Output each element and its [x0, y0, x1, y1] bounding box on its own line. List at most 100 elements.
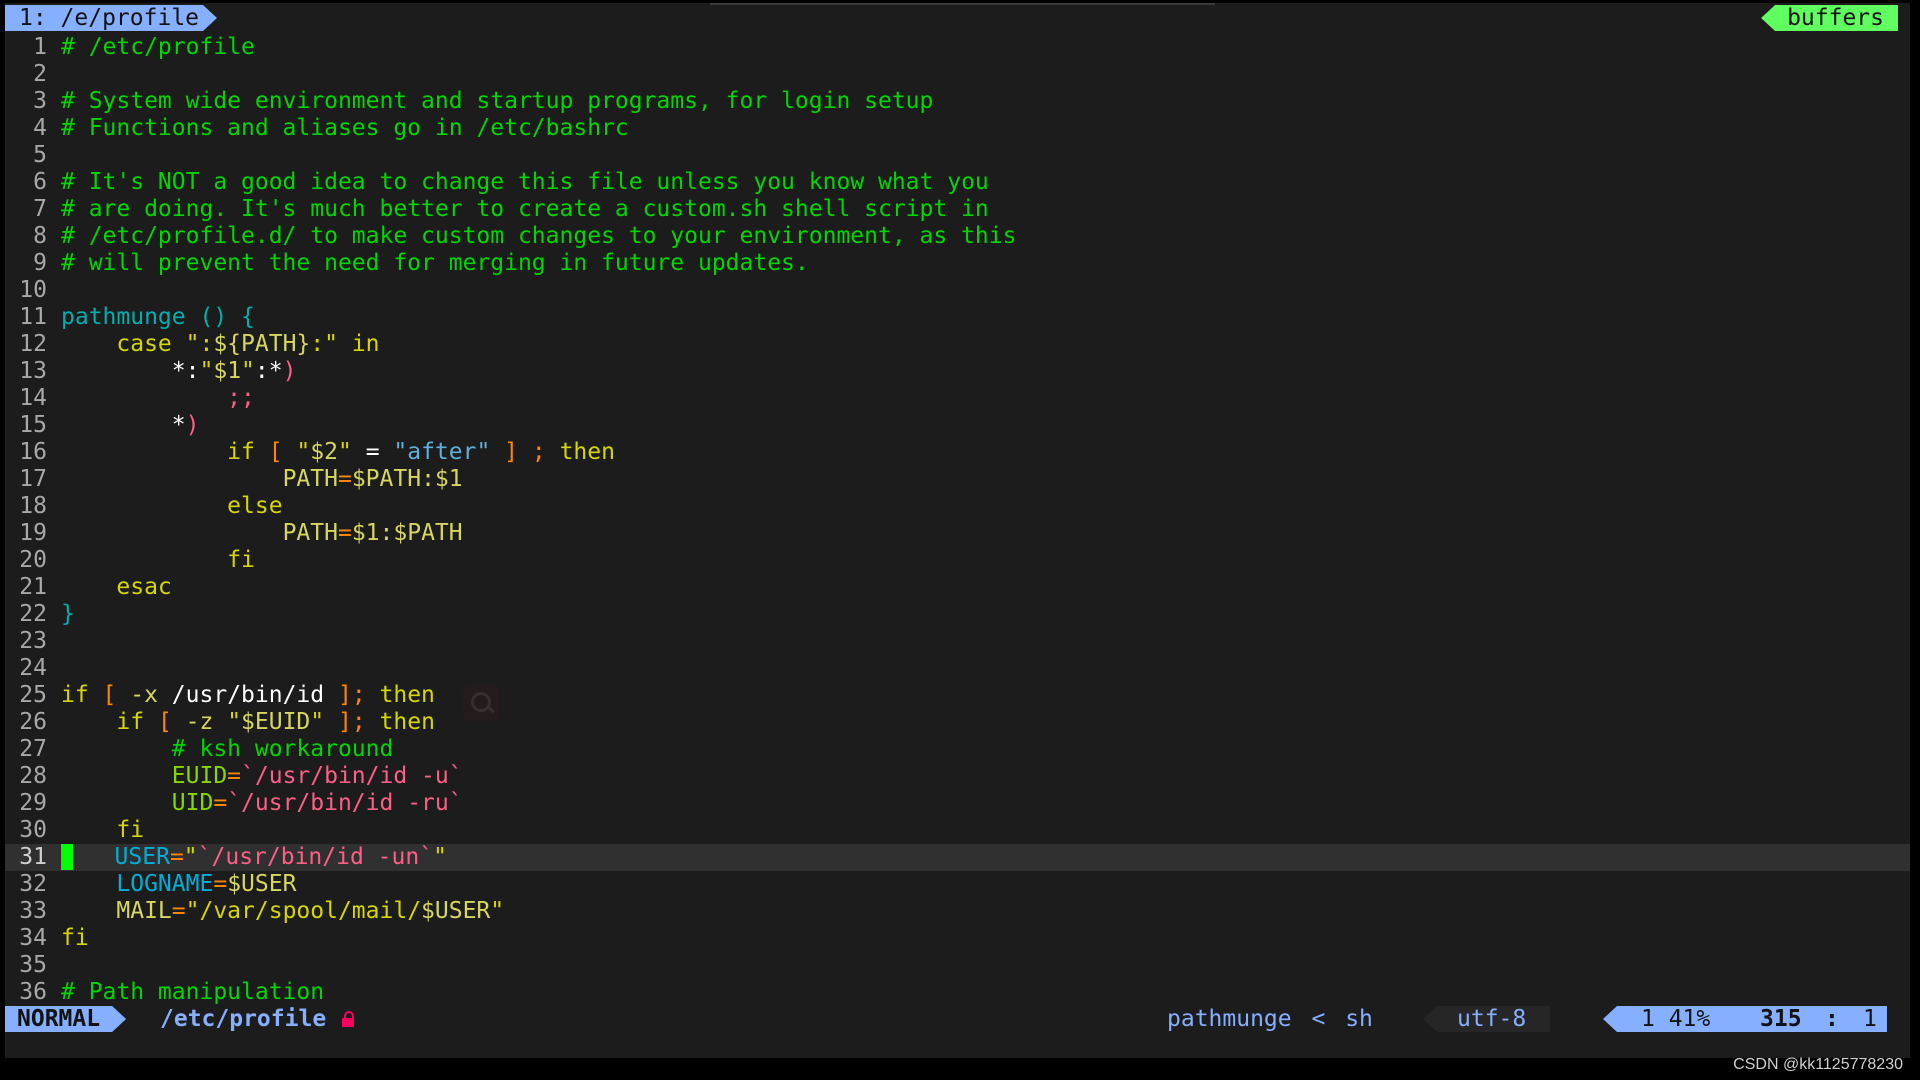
code-line[interactable]: 13 *:"$1":*)	[5, 358, 1910, 385]
code-token: fi	[116, 817, 145, 843]
code-token: pathmunge	[61, 304, 186, 330]
code-token: )	[282, 358, 297, 384]
code-token: UID	[171, 790, 214, 816]
code-token: "	[199, 358, 214, 384]
cursor-column: 1	[1863, 1006, 1877, 1032]
editor-pane[interactable]: 1 # /etc/profile 2 3 # System wide environme…	[5, 34, 1910, 1006]
code-token: then	[559, 439, 615, 465]
code-token: $1	[213, 358, 242, 384]
code-line[interactable]: 28 EUID=`/usr/bin/id -u`	[5, 763, 1910, 790]
line-number: 32	[19, 871, 47, 897]
code-line[interactable]: 6 # It's NOT a good idea to change this f…	[5, 169, 1910, 196]
code-token: =	[213, 871, 228, 897]
code-line[interactable]: 27 # ksh workaround	[5, 736, 1910, 763]
code-token: }	[61, 601, 75, 627]
code-token: MAIL	[116, 898, 172, 924]
code-token: if	[116, 709, 145, 735]
code-line[interactable]: 10	[5, 277, 1910, 304]
code-line[interactable]: 22}	[5, 601, 1910, 628]
code-token: $PATH	[351, 466, 422, 492]
code-token: [	[88, 682, 131, 708]
code-token: `/usr/bin/id -ru`	[227, 790, 463, 816]
code-token: if	[227, 439, 255, 465]
line-number: 21	[19, 574, 47, 600]
code-line[interactable]: 4 # Functions and aliases go in /etc/bash…	[5, 115, 1910, 142]
code-line[interactable]: 17 PATH=$PATH:$1	[5, 466, 1910, 493]
code-token: # /etc/profile	[61, 34, 255, 60]
code-token: -x	[130, 682, 158, 708]
code-token: `/usr/bin/id -u`	[241, 763, 463, 789]
code-line[interactable]: 33 MAIL="/var/spool/mail/$USER"	[5, 898, 1910, 925]
code-line[interactable]: 20 fi	[5, 547, 1910, 574]
code-token: fi	[227, 547, 255, 573]
code-token: `/usr/bin/id -un`	[197, 844, 434, 870]
line-number: 28	[19, 763, 47, 789]
buffers-indicator[interactable]: buffers	[1761, 5, 1898, 31]
code-line[interactable]: 8 # /etc/profile.d/ to make custom change…	[5, 223, 1910, 250]
tab-profile[interactable]: 1: /e/profile	[5, 5, 217, 31]
line-number: 9	[33, 250, 47, 276]
code-line[interactable]: 30 fi	[5, 817, 1910, 844]
code-line[interactable]: 34 fi	[5, 925, 1910, 952]
code-line[interactable]: 18 else	[5, 493, 1910, 520]
code-token: if	[61, 682, 89, 708]
code-line[interactable]: 5	[5, 142, 1910, 169]
code-line[interactable]: 2	[5, 61, 1910, 88]
code-line[interactable]: 32 LOGNAME=$USER	[5, 871, 1910, 898]
line-number: 24	[19, 655, 47, 681]
code-line[interactable]: 1 # /etc/profile	[5, 34, 1910, 61]
code-line[interactable]: 12 case ":${PATH}:" in	[5, 331, 1910, 358]
tabline-divider	[710, 3, 1215, 5]
chevron-left-icon: <	[1311, 1006, 1326, 1032]
code-token: # /etc/profile.d/ to make custom changes…	[61, 223, 1017, 249]
code-token: () {	[185, 304, 255, 330]
code-line[interactable]: 7 # are doing. It's much better to create…	[5, 196, 1910, 223]
code-token: # Functions and aliases go in /etc/bashr…	[61, 115, 629, 141]
code-line[interactable]: 21 esac	[5, 574, 1910, 601]
code-line[interactable]: 3 # System wide environment and startup p…	[5, 88, 1910, 115]
code-token: # It's NOT a good idea to change this fi…	[61, 169, 989, 195]
code-token: "	[241, 358, 255, 384]
code-line[interactable]: 16 if [ "$2" = "after" ] ; then	[5, 439, 1910, 466]
code-line[interactable]: 15 *)	[5, 412, 1910, 439]
line-number: 17	[19, 466, 47, 492]
code-token: ;;	[227, 385, 255, 411]
code-line[interactable]: 11 pathmunge () {	[5, 304, 1910, 331]
code-line[interactable]: 25 if [ -x /usr/bin/id ]; then	[5, 682, 1910, 709]
code-token: "after"	[393, 439, 491, 465]
code-token: :"	[310, 331, 338, 357]
code-line[interactable]: 14 ;;	[5, 385, 1910, 412]
code-token: -z	[185, 709, 214, 735]
code-line[interactable]: 24	[5, 655, 1910, 682]
code-token: EUID	[171, 763, 228, 789]
vim-window: 1: /e/profile buffers 1 # /etc/profile 2 3 #…	[5, 3, 1910, 1058]
code-line[interactable]: 23	[5, 628, 1910, 655]
code-line[interactable]: 36 # Path manipulation	[5, 979, 1910, 1006]
code-line[interactable]: 19 PATH=$1:$PATH	[5, 520, 1910, 547]
code-token: # are doing. It's much better to create …	[61, 196, 989, 222]
code-line[interactable]: 35	[5, 952, 1910, 979]
position-segment: 1 41% 315 : 1	[1603, 1006, 1887, 1032]
code-line[interactable]: 26 if [ -z "$EUID" ]; then	[5, 709, 1910, 736]
code-token: =	[171, 898, 186, 924]
code-token: "	[213, 709, 242, 735]
code-line[interactable]: 9 # will prevent the need for merging in …	[5, 250, 1910, 277]
line-number: 3	[33, 88, 47, 114]
code-line[interactable]: 31 USER="`/usr/bin/id -un`"	[5, 844, 1910, 871]
cursor-line: 315	[1760, 1006, 1802, 1032]
line-number: 7	[33, 196, 47, 222]
code-token: in	[337, 331, 380, 357]
code-line[interactable]: 29 UID=`/usr/bin/id -ru`	[5, 790, 1910, 817]
code-token: :	[421, 466, 435, 492]
